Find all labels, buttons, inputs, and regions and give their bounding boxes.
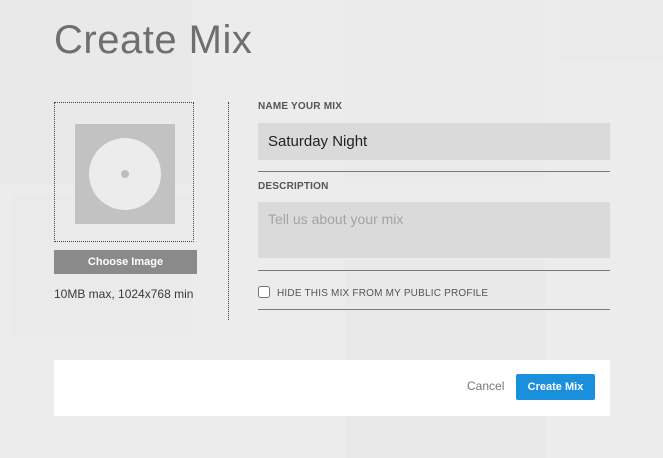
create-mix-button[interactable]: Create Mix (516, 374, 595, 400)
create-mix-dialog: Create Mix Choose Image 10MB max, 1024x7… (0, 0, 663, 458)
description-label: DESCRIPTION (258, 181, 329, 192)
dialog-title: Create Mix (54, 18, 253, 62)
name-divider (258, 171, 610, 172)
image-size-hint: 10MB max, 1024x768 min (54, 287, 194, 301)
mix-name-input[interactable] (258, 123, 610, 160)
choose-image-button[interactable]: Choose Image (54, 250, 197, 274)
description-textarea[interactable] (258, 202, 610, 258)
mix-name-label: NAME YOUR MIX (258, 101, 343, 112)
disc-hole (121, 170, 129, 178)
column-divider (228, 102, 229, 320)
description-divider (258, 270, 610, 271)
disc-icon (89, 138, 161, 210)
mix-artwork-dropzone[interactable] (54, 102, 194, 242)
cancel-button[interactable]: Cancel (467, 379, 504, 393)
hide-from-profile-checkbox[interactable] (258, 286, 270, 298)
hide-from-profile-label[interactable]: HIDE THIS MIX FROM MY PUBLIC PROFILE (277, 288, 488, 299)
options-divider (258, 309, 610, 310)
artwork-placeholder (75, 124, 175, 224)
dialog-footer: Cancel Create Mix (54, 360, 610, 416)
